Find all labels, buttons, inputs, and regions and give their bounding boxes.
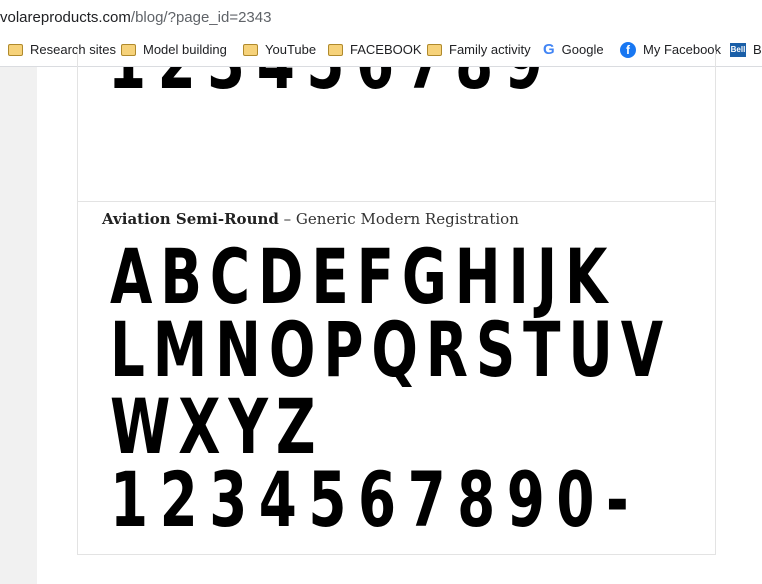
font-name: Aviation Semi-Round [102, 210, 279, 228]
previous-digits-row: 123456789 [108, 67, 554, 97]
folder-icon [8, 44, 23, 56]
divider [77, 201, 716, 202]
glyph-row-1: ABCDEFGHIJK [110, 232, 616, 321]
glyph-row-2: LMNOPQRSTUV [110, 305, 672, 394]
caption-separator: – [278, 210, 296, 228]
glyph-row-3: WXYZ [110, 382, 324, 471]
font-description: Generic Modern Registration [295, 210, 519, 228]
font-caption: Aviation Semi-Round – Generic Modern Reg… [102, 210, 519, 228]
url-domain: volareproducts.com [0, 9, 131, 26]
previous-font-sample: 123456789 [77, 67, 716, 97]
bell-icon: Bell [730, 43, 746, 57]
glyph-row-4: 1234567890- [110, 455, 641, 544]
address-bar[interactable]: volareproducts.com/blog/?page_id=2343 [0, 0, 762, 34]
page-margin [0, 67, 37, 584]
url-path: /blog/?page_id=2343 [130, 9, 272, 26]
bookmark-label: B [753, 42, 762, 57]
bookmark-bell[interactable]: Bell B [730, 34, 762, 66]
